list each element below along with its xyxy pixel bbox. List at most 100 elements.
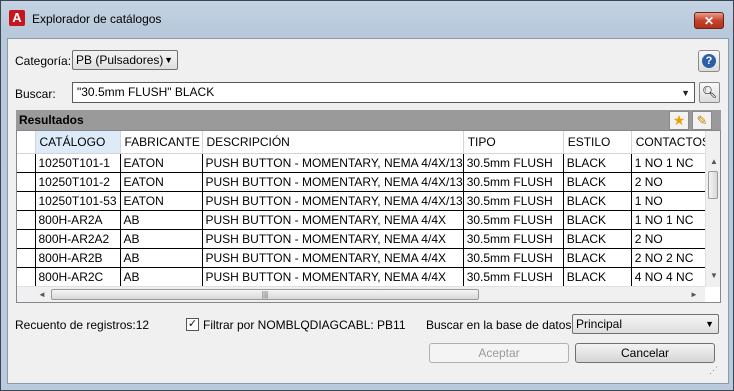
window-title: Explorador de catálogos [32,12,162,26]
category-select[interactable]: PB (Pulsadores) ▼ [72,50,178,70]
vertical-scrollbar[interactable]: ▲ ▼ [705,131,720,287]
database-label: Buscar en la base de datos: [426,318,575,332]
scroll-down-icon[interactable]: ▼ [710,271,718,280]
cell-catalog: 800H-AR2A2 [35,229,121,249]
table-row[interactable]: 800H-AR2C AB PUSH BUTTON - MOMENTARY, NE… [17,267,712,287]
cell-contacts: 1 NO 1 NC [631,153,712,173]
record-count: Recuento de registros:12 [15,318,150,332]
pencil-icon: ✎ [696,113,708,128]
cell-manufacturer: AB [120,248,203,268]
row-header[interactable] [17,153,36,173]
column-header-catalog[interactable]: CATÁLOGO [35,131,121,154]
filter-checkbox[interactable]: ✓ [186,318,199,331]
column-header-contacts[interactable]: CONTACTOS [631,131,712,154]
horizontal-scroll-thumb[interactable]: ||| [51,289,479,300]
cell-contacts: 2 NO [631,229,712,249]
cancel-button[interactable]: Cancelar [575,343,715,363]
row-header[interactable] [17,248,36,268]
close-button[interactable]: ✕ [694,12,724,29]
cell-manufacturer: AB [120,267,203,287]
cell-style: BLACK [563,267,632,287]
accept-button[interactable]: Aceptar [429,343,569,363]
row-header[interactable] [17,229,36,249]
checkmark-icon: ✓ [187,318,198,330]
search-button[interactable]: 🔍︎ [699,82,720,103]
results-title: Resultados [19,113,84,127]
cell-type: 30.5mm FLUSH [463,229,564,249]
cell-contacts: 2 NO [631,172,712,192]
table-row[interactable]: 10250T101-1 EATON PUSH BUTTON - MOMENTAR… [17,153,712,173]
cell-manufacturer: AB [120,210,203,230]
title-bar[interactable]: A Explorador de catálogos ✕ [1,1,733,39]
header-row: CATÁLOGO FABRICANTE DESCRIPCIÓN TIPO EST… [17,131,712,154]
scroll-up-icon[interactable]: ▲ [710,157,718,166]
cell-catalog: 10250T101-53 [35,191,121,211]
table-row[interactable]: 800H-AR2A2 AB PUSH BUTTON - MOMENTARY, N… [17,229,712,249]
column-header-description[interactable]: DESCRIPCIÓN [202,131,464,154]
column-header-type[interactable]: TIPO [463,131,564,154]
cell-manufacturer: EATON [120,191,203,211]
help-button[interactable]: ? [698,50,720,72]
cell-style: BLACK [563,210,632,230]
cell-description: PUSH BUTTON - MOMENTARY, NEMA 4/4X [202,210,464,230]
chevron-down-icon: ▼ [705,319,714,329]
table-row[interactable]: 800H-AR2B AB PUSH BUTTON - MOMENTARY, NE… [17,248,712,268]
cell-description: PUSH BUTTON - MOMENTARY, NEMA 4/4X [202,248,464,268]
cell-type: 30.5mm FLUSH [463,267,564,287]
cell-type: 30.5mm FLUSH [463,153,564,173]
cell-catalog: 800H-AR2C [35,267,121,287]
row-header[interactable] [17,172,36,192]
edit-button[interactable]: ✎ [692,111,712,130]
cell-description: PUSH BUTTON - MOMENTARY, NEMA 4/4X/13 [202,191,464,211]
search-input[interactable]: "30.5mm FLUSH" BLACK ▼ [72,82,695,103]
cell-style: BLACK [563,191,632,211]
cell-type: 30.5mm FLUSH [463,172,564,192]
chevron-down-icon[interactable]: ▼ [681,84,690,103]
results-grid[interactable]: CATÁLOGO FABRICANTE DESCRIPCIÓN TIPO EST… [16,130,721,303]
cell-catalog: 800H-AR2B [35,248,121,268]
row-header-corner [17,131,36,154]
scroll-right-icon[interactable]: ► [690,290,698,299]
cell-type: 30.5mm FLUSH [463,210,564,230]
cell-manufacturer: AB [120,229,203,249]
cell-manufacturer: EATON [120,153,203,173]
cell-contacts: 1 NO [631,191,712,211]
cell-catalog: 10250T101-2 [35,172,121,192]
column-header-manufacturer[interactable]: FABRICANTE [120,131,203,154]
cell-contacts: 1 NO 1 NC [631,210,712,230]
horizontal-scrollbar[interactable]: ◄ ||| ► [17,286,705,302]
search-label: Buscar: [15,87,56,101]
cell-catalog: 10250T101-1 [35,153,121,173]
cell-description: PUSH BUTTON - MOMENTARY, NEMA 4/4X/13 [202,153,464,173]
catalog-browser-window: A Explorador de catálogos ✕ Categoría: P… [0,0,734,391]
row-header[interactable] [17,191,36,211]
vertical-scroll-thumb[interactable] [708,171,718,199]
help-icon: ? [702,54,716,68]
cell-type: 30.5mm FLUSH [463,248,564,268]
column-header-style[interactable]: ESTILO [563,131,632,154]
resize-grip-icon[interactable]: ⋰ [709,365,718,376]
star-icon: ★ [672,112,686,128]
cell-description: PUSH BUTTON - MOMENTARY, NEMA 4/4X/13 [202,172,464,192]
cell-style: BLACK [563,172,632,192]
table-row[interactable]: 10250T101-2 EATON PUSH BUTTON - MOMENTAR… [17,172,712,192]
category-value: PB (Pulsadores) [76,53,164,67]
category-label: Categoría: [15,54,72,68]
table-row[interactable]: 10250T101-53 EATON PUSH BUTTON - MOMENTA… [17,191,712,211]
filter-label[interactable]: Filtrar por NOMBLQDIAGCABL: PB11 [203,318,406,332]
cell-type: 30.5mm FLUSH [463,191,564,211]
row-header[interactable] [17,267,36,287]
favorite-button[interactable]: ★ [669,111,689,130]
row-header[interactable] [17,210,36,230]
scroll-left-icon[interactable]: ◄ [38,290,46,299]
cell-style: BLACK [563,229,632,249]
chevron-down-icon: ▼ [164,55,173,65]
table-row[interactable]: 800H-AR2A AB PUSH BUTTON - MOMENTARY, NE… [17,210,712,230]
results-table: CATÁLOGO FABRICANTE DESCRIPCIÓN TIPO EST… [17,131,712,287]
cell-contacts: 2 NO 2 NC [631,248,712,268]
database-value: Principal [576,317,623,331]
search-value: "30.5mm FLUSH" BLACK [77,85,215,99]
autocad-icon: A [9,10,25,26]
database-select[interactable]: Principal ▼ [572,314,719,334]
magnifier-icon: 🔍︎ [701,85,718,99]
